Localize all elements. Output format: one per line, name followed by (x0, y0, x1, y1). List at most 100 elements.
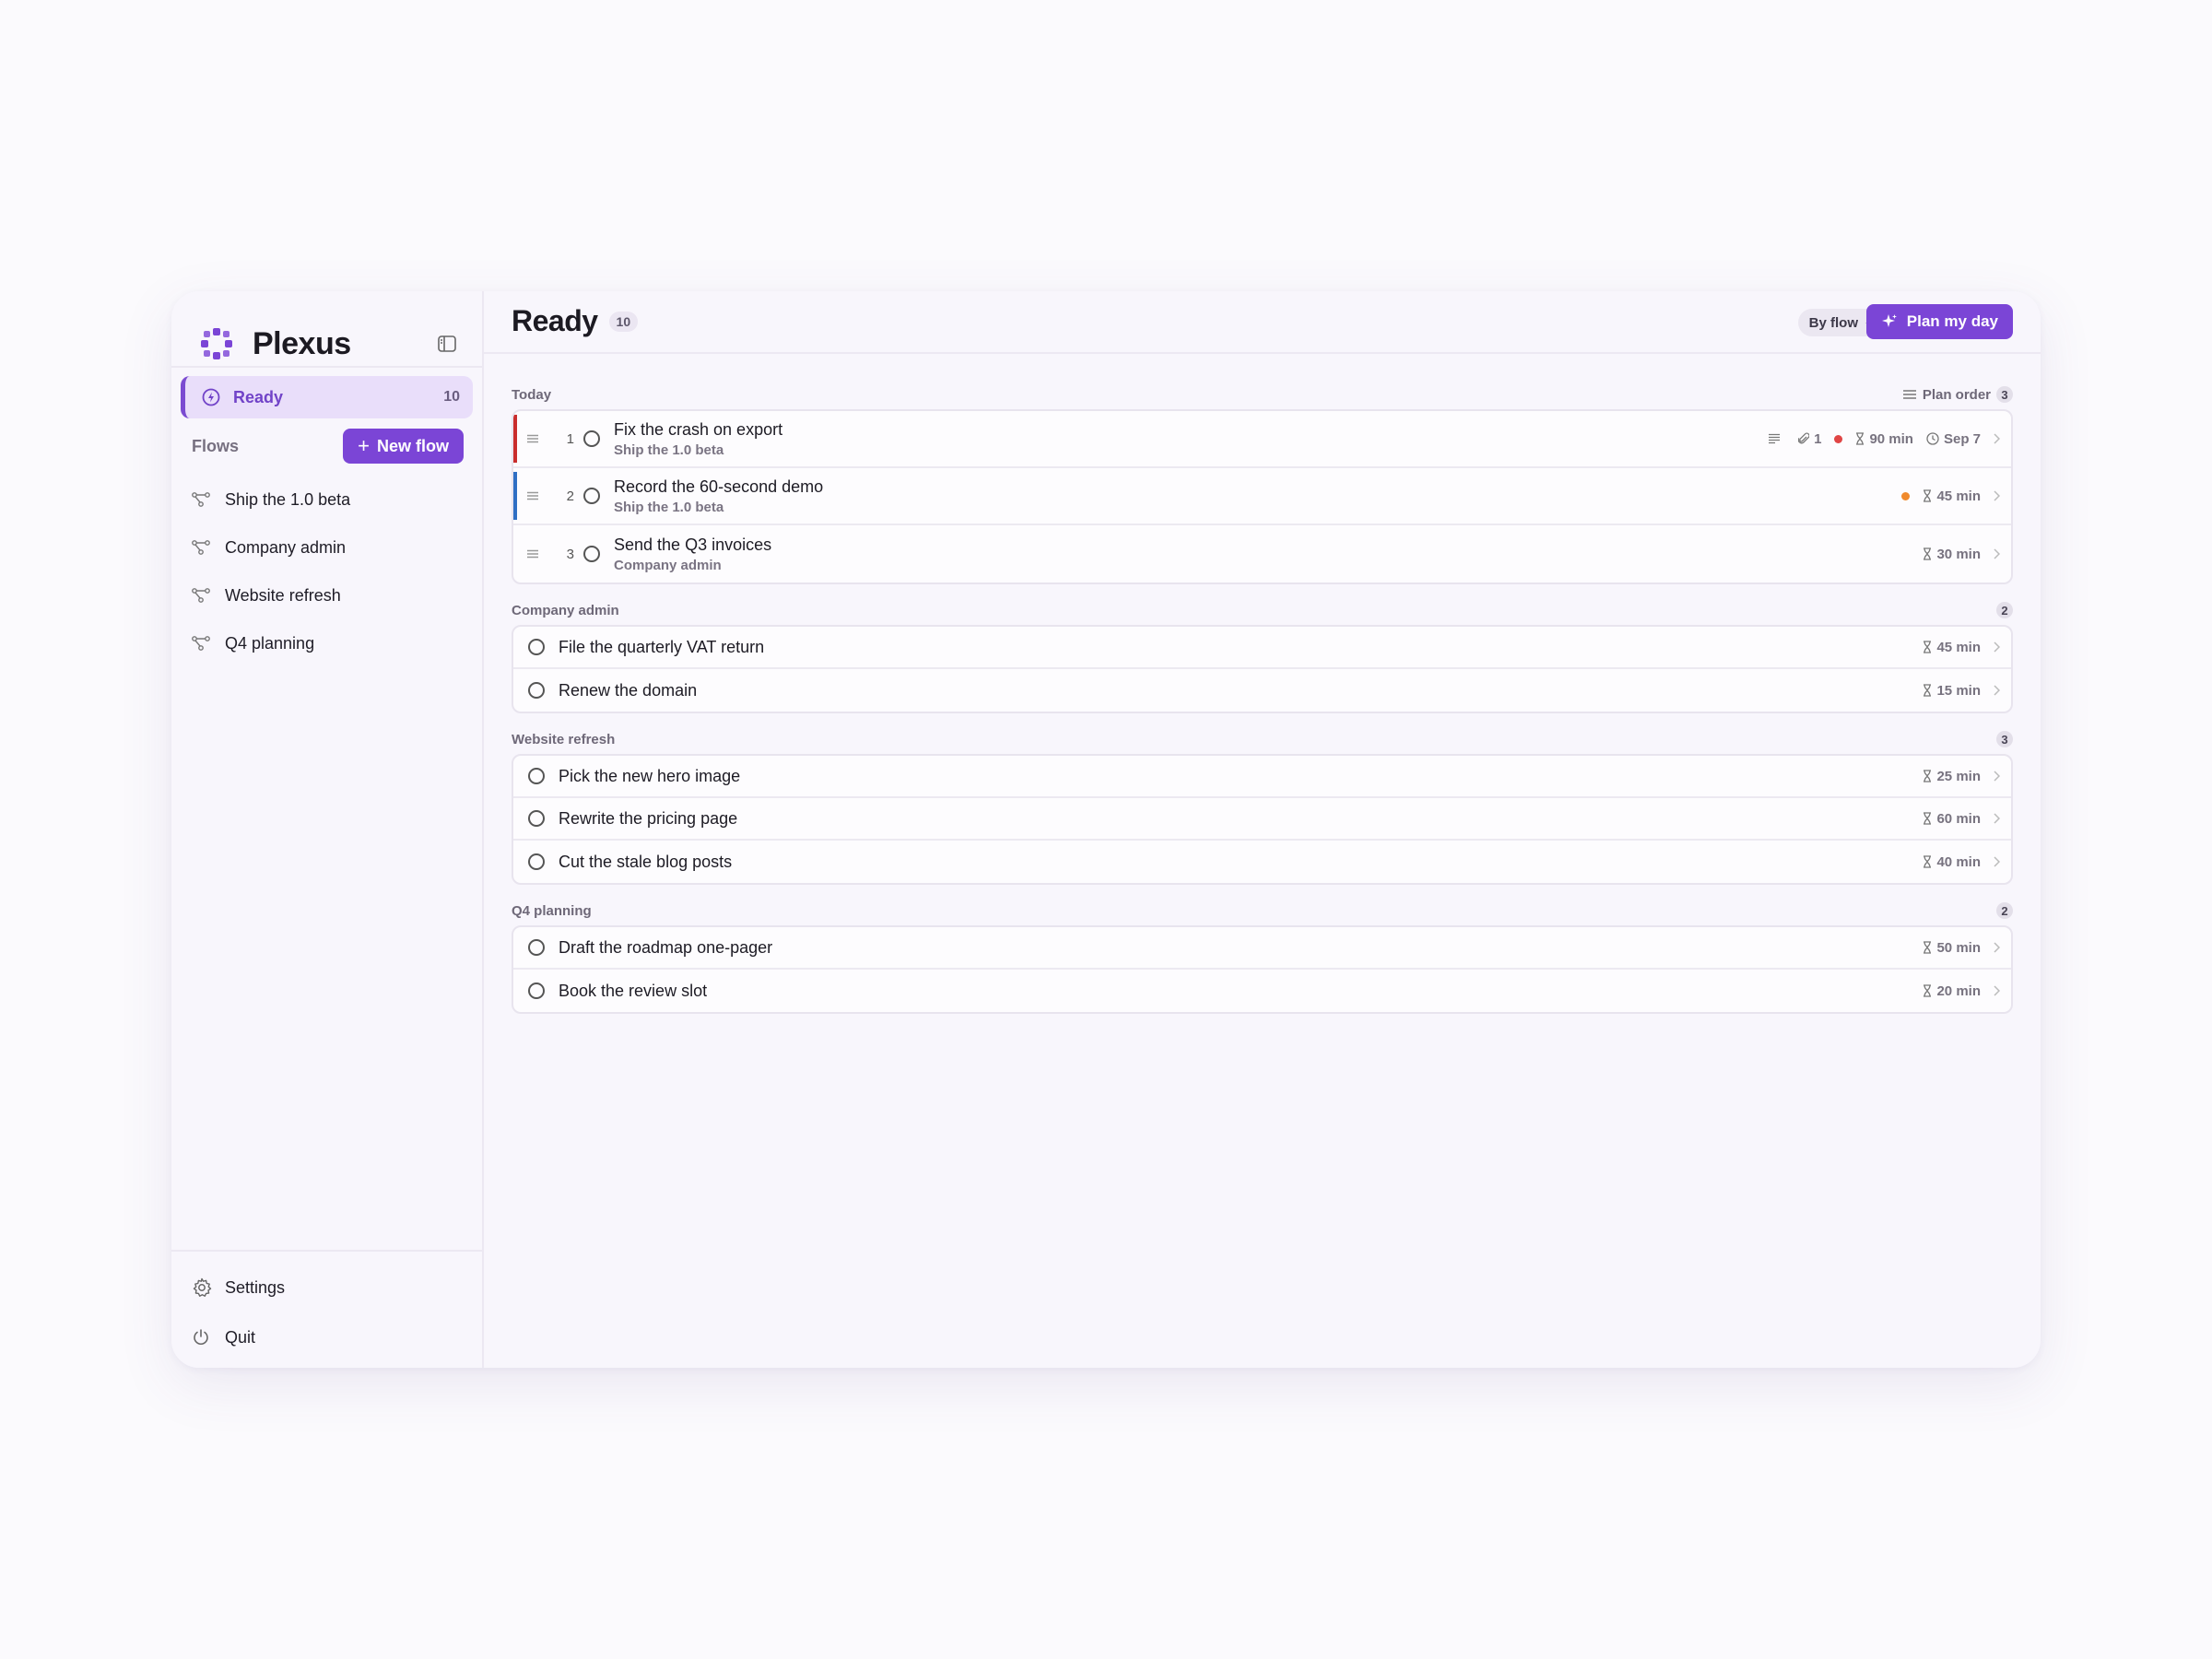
brand-divider (171, 366, 482, 368)
hourglass-icon (1924, 547, 1932, 560)
task-row[interactable]: Cut the stale blog posts 40 min (513, 841, 2011, 883)
sidebar-footer: Settings Quit (171, 1250, 482, 1368)
task-checkbox[interactable] (528, 982, 545, 999)
chevron-right-icon[interactable] (1994, 685, 2000, 696)
task-flow: Company admin (614, 557, 722, 573)
task-checkbox[interactable] (528, 639, 545, 655)
new-flow-button[interactable]: + New flow (343, 429, 464, 464)
priority-stripe (513, 415, 517, 463)
task-duration: 45 min (1923, 488, 1981, 504)
drag-handle-icon[interactable] (526, 549, 541, 559)
settings-button[interactable]: Settings (192, 1274, 285, 1301)
task-checkbox[interactable] (583, 488, 600, 504)
plan-my-day-label: Plan my day (1906, 312, 1998, 330)
hourglass-icon (1924, 489, 1932, 502)
task-order-number: 2 (566, 488, 574, 504)
chevron-right-icon[interactable] (1994, 942, 2000, 953)
task-checkbox[interactable] (528, 768, 545, 784)
task-checkbox[interactable] (528, 853, 545, 870)
flows-label: Flows (192, 436, 240, 455)
drag-handle-icon[interactable] (526, 491, 541, 500)
chevron-right-icon[interactable] (1994, 856, 2000, 867)
plan-my-day-button[interactable]: Plan my day (1865, 304, 2013, 339)
task-flow: Ship the 1.0 beta (614, 441, 724, 458)
task-duration: 20 min (1923, 983, 1981, 999)
chevron-right-icon[interactable] (1994, 813, 2000, 824)
hourglass-icon (1856, 432, 1865, 445)
flow-label: Website refresh (225, 585, 341, 605)
ready-count: 10 (443, 389, 460, 405)
page-title: Ready (512, 304, 598, 337)
task-checkbox[interactable] (583, 546, 600, 562)
task-row[interactable]: Draft the roadmap one-pager 50 min (513, 927, 2011, 970)
flow-label: Q4 planning (225, 633, 315, 653)
hourglass-icon (1924, 684, 1932, 697)
task-row[interactable]: Pick the new hero image 25 min (513, 756, 2011, 798)
sidebar-item-flow[interactable]: Ship the 1.0 beta (192, 476, 464, 524)
drag-handle-icon[interactable] (526, 434, 541, 443)
priority-dot (1834, 434, 1843, 443)
sparkle-icon (1881, 313, 1898, 330)
task-checkbox[interactable] (528, 682, 545, 699)
sidebar-item-label: Ready (233, 387, 284, 406)
task-row[interactable]: File the quarterly VAT return 45 min (513, 627, 2011, 669)
task-meta: 60 min (1910, 811, 2011, 827)
section-label: Q4 planning (512, 902, 592, 919)
task-title: Fix the crash on export (614, 419, 783, 439)
section-count-badge: 2 (1996, 602, 2013, 618)
task-row[interactable]: Book the review slot 20 min (513, 970, 2011, 1012)
task-title: Cut the stale blog posts (559, 852, 733, 871)
task-duration: 90 min (1855, 431, 1913, 447)
task-meta: 40 min (1910, 854, 2011, 870)
task-row[interactable]: 3 Send the Q3 invoices Company admin 30 … (513, 525, 2011, 582)
flow-label: Ship the 1.0 beta (225, 489, 351, 509)
plan-order-toggle[interactable]: Plan order 3 (1902, 386, 2013, 403)
chevron-right-icon[interactable] (1994, 490, 2000, 501)
sidebar-item-ready[interactable]: Ready 10 (181, 376, 473, 418)
hourglass-icon (1924, 855, 1932, 868)
task-title: Draft the roadmap one-pager (559, 937, 773, 957)
gear-icon (192, 1277, 214, 1298)
quit-label: Quit (225, 1327, 256, 1347)
task-checkbox[interactable] (583, 430, 600, 447)
task-content: Today Plan order 3 1 Fix the crash on ex… (512, 383, 2013, 1029)
power-icon (192, 1328, 214, 1347)
sidebar-item-flow[interactable]: Company admin (192, 524, 464, 571)
task-meta: 1 90 min Sep 7 (1755, 431, 2011, 447)
task-meta: 15 min (1910, 683, 2011, 699)
list-icon (1902, 390, 1916, 399)
sidebar-toggle-icon[interactable] (436, 333, 458, 355)
sidebar-item-flow[interactable]: Website refresh (192, 571, 464, 619)
top-bar: Ready 10 By flow Plan my day (484, 291, 2041, 354)
flows-header: Flows + New flow (192, 428, 464, 465)
group-task-list: File the quarterly VAT return 45 min Renew… (512, 625, 2013, 713)
chevron-right-icon[interactable] (1994, 771, 2000, 782)
task-checkbox[interactable] (528, 810, 545, 827)
task-row[interactable]: 1 Fix the crash on export Ship the 1.0 b… (513, 411, 2011, 468)
chevron-right-icon[interactable] (1994, 985, 2000, 996)
hourglass-icon (1924, 984, 1932, 997)
task-duration: 60 min (1923, 811, 1981, 827)
chevron-right-icon[interactable] (1994, 641, 2000, 653)
task-checkbox[interactable] (528, 939, 545, 956)
task-row[interactable]: Rewrite the pricing page 60 min (513, 798, 2011, 841)
task-duration: 45 min (1923, 640, 1981, 655)
task-order-number: 3 (566, 546, 574, 562)
section-count-badge: 2 (1996, 902, 2013, 919)
task-duration: 40 min (1923, 854, 1981, 870)
sidebar-item-flow[interactable]: Q4 planning (192, 619, 464, 667)
section-label: Website refresh (512, 731, 616, 747)
task-duration: 25 min (1923, 769, 1981, 784)
chevron-right-icon[interactable] (1994, 548, 2000, 559)
task-duration: 15 min (1923, 683, 1981, 699)
task-order-number: 1 (566, 430, 574, 447)
quit-button[interactable]: Quit (192, 1324, 255, 1351)
plan-order-label: Plan order (1922, 386, 1991, 403)
task-flow: Ship the 1.0 beta (614, 499, 724, 515)
task-row[interactable]: Renew the domain 15 min (513, 669, 2011, 712)
chevron-right-icon[interactable] (1994, 433, 2000, 444)
task-title: File the quarterly VAT return (559, 637, 765, 656)
task-meta: 30 min (1910, 547, 2011, 562)
task-title: Pick the new hero image (559, 766, 741, 785)
task-row[interactable]: 2 Record the 60-second demo Ship the 1.0… (513, 468, 2011, 525)
